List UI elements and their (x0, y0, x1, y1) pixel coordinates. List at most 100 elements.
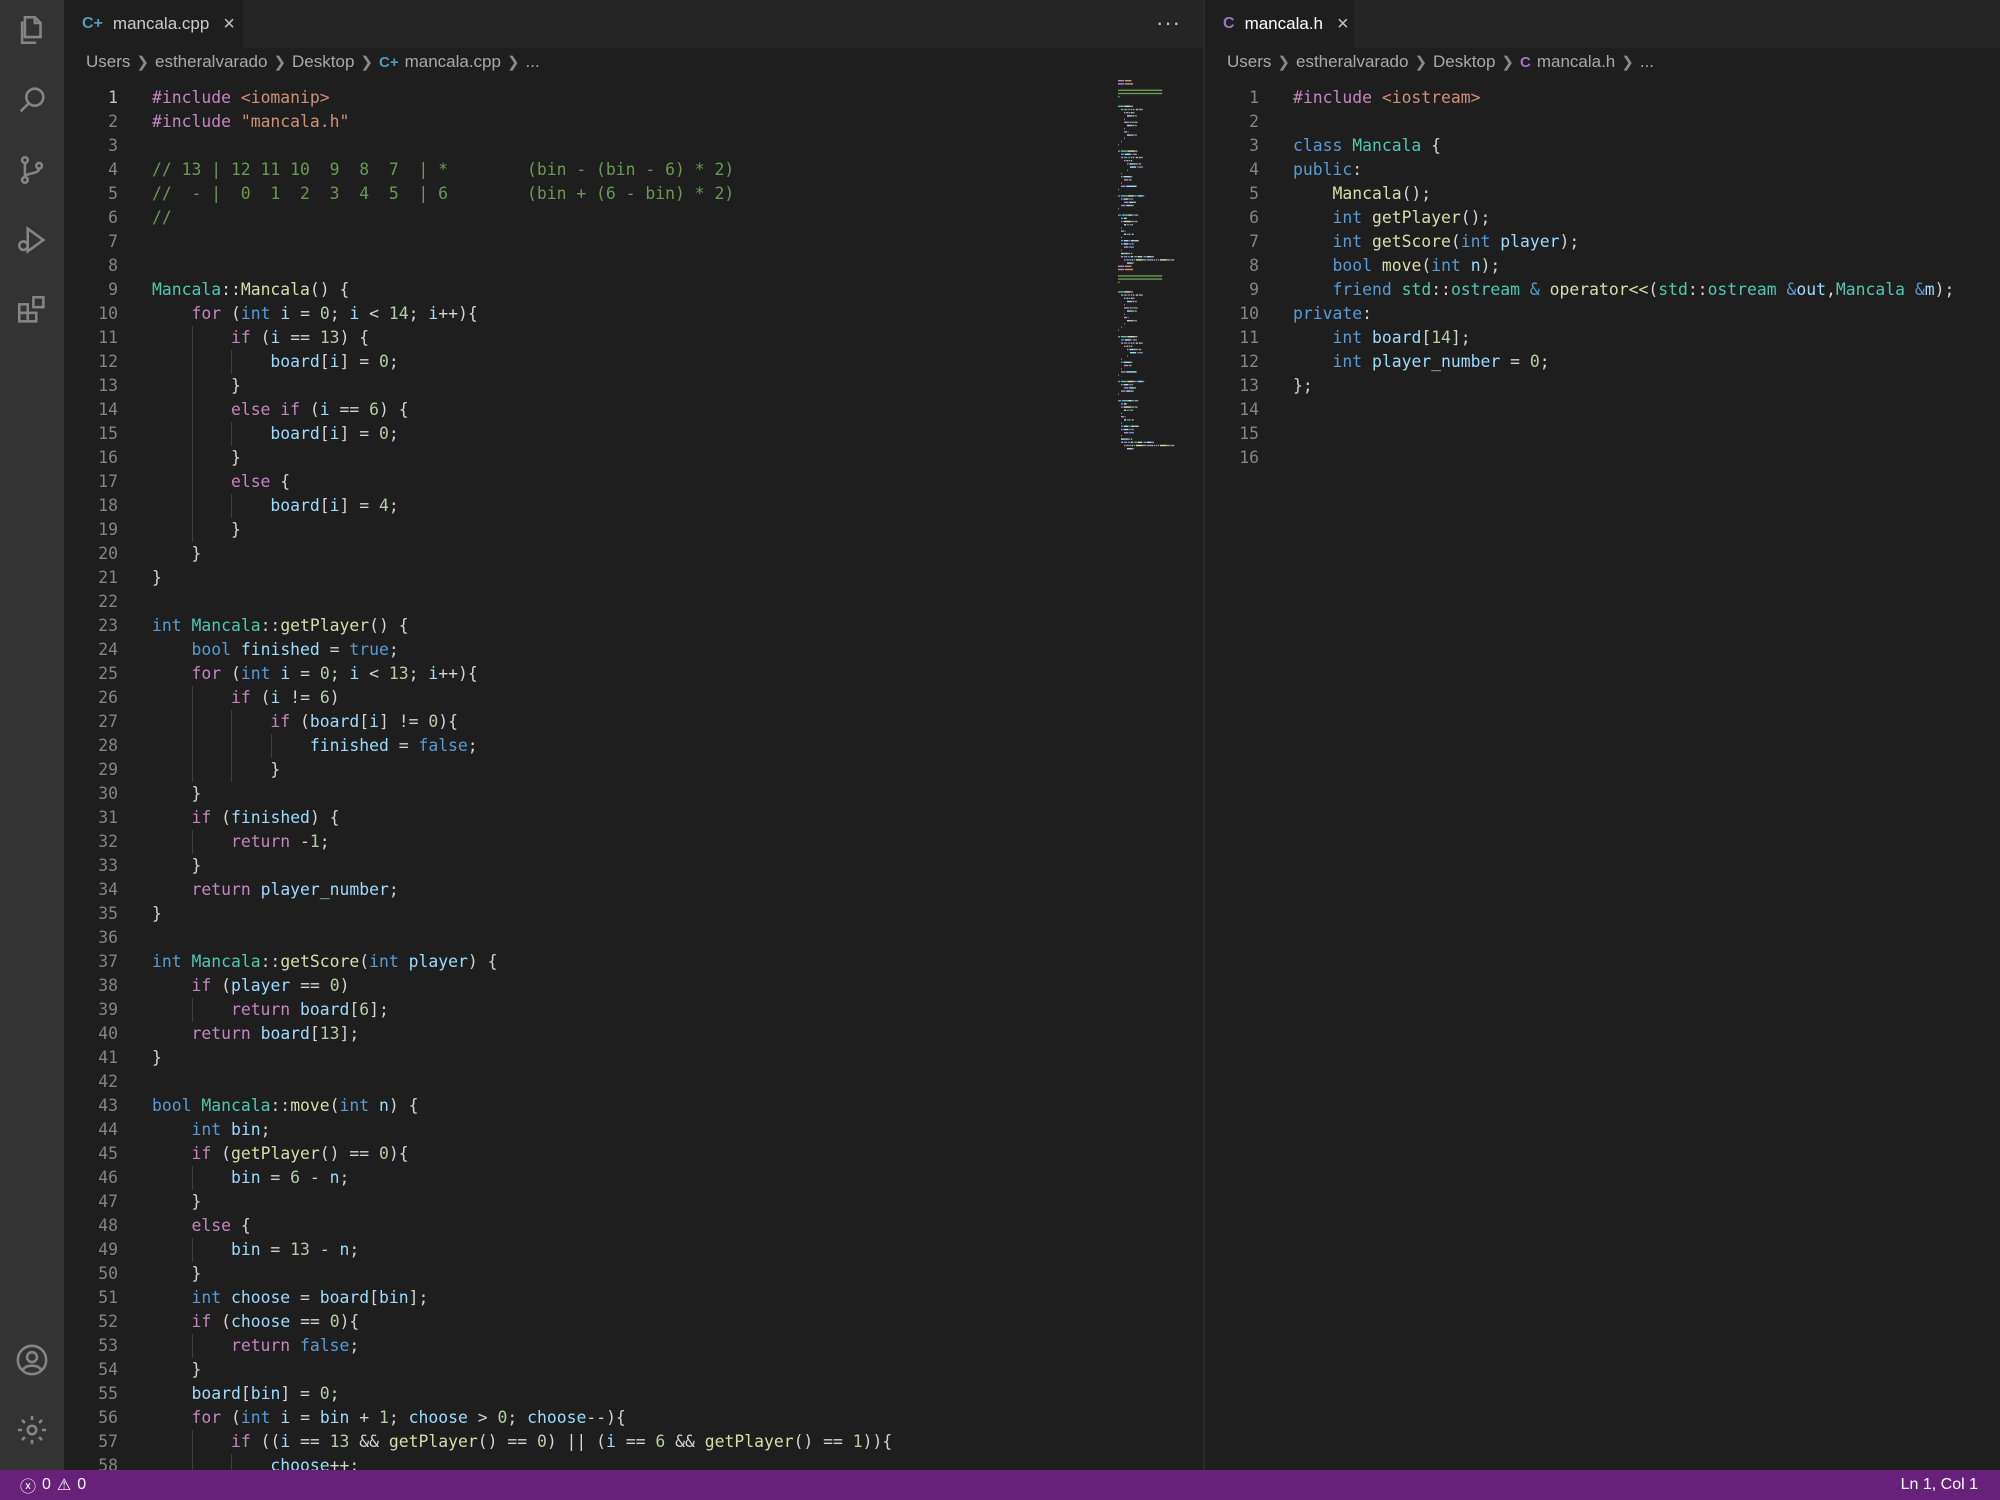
minimap-line (1128, 214, 1132, 216)
line-number: 58 (98, 1456, 118, 1470)
close-icon[interactable]: × (1337, 13, 1349, 36)
minimap-line (1166, 259, 1171, 261)
minimap-line (1133, 201, 1135, 203)
line-number: 9 (1249, 280, 1259, 299)
line-number: 28 (98, 736, 118, 755)
minimap-line (1160, 259, 1167, 261)
minimap-line (1130, 240, 1135, 242)
search-icon[interactable] (12, 80, 52, 120)
indent-guide (191, 1430, 193, 1454)
minimap-line (1139, 342, 1143, 344)
minimap-line (1124, 118, 1125, 120)
tab-mancala-cpp[interactable]: C+ mancala.cpp × (64, 0, 244, 48)
code-text: int getPlayer(); (1332, 208, 1491, 227)
tab-mancala-h[interactable]: C mancala.h × (1205, 0, 1355, 48)
minimap-line (1133, 348, 1135, 351)
minimap-line (1124, 441, 1127, 443)
line-number: 10 (1239, 304, 1259, 323)
account-icon[interactable] (12, 1340, 52, 1380)
minimap-line (1142, 259, 1147, 261)
breadcrumb-item[interactable]: mancala.cpp (405, 52, 501, 72)
cpp-file-icon: C+ (378, 53, 399, 71)
minimap-line (1124, 131, 1127, 133)
cursor-position[interactable]: Ln 1, Col 1 (1901, 1476, 1978, 1494)
minimap-line (1124, 265, 1132, 267)
minimap-line (1121, 294, 1124, 296)
minimap-line (1154, 259, 1156, 261)
problems-status[interactable]: ⓧ 0 ⚠ 0 (20, 1473, 86, 1497)
minimap-line (1130, 320, 1132, 322)
minimap[interactable] (1116, 76, 1203, 476)
minimap-line (1123, 428, 1125, 431)
minimap-line (1124, 323, 1125, 325)
breadcrumb-item[interactable]: mancala.h (1537, 52, 1615, 72)
minimap-line (1132, 307, 1134, 309)
indent-guide (231, 1454, 233, 1470)
minimap-line (1132, 384, 1134, 386)
minimap-line (1123, 361, 1125, 363)
minimap-line (1126, 150, 1128, 152)
minimap-line (1130, 121, 1132, 123)
minimap-line (1136, 108, 1138, 111)
minimap-line (1142, 166, 1143, 168)
breadcrumb-item[interactable]: estheralvarado (1296, 52, 1408, 72)
minimap-line (1133, 195, 1135, 197)
run-debug-icon[interactable] (12, 220, 52, 260)
minimap-line (1134, 163, 1136, 165)
minimap-line (1118, 144, 1119, 146)
minimap-line (1124, 384, 1129, 386)
minimap-line (1124, 128, 1125, 130)
minimap-line (1130, 297, 1133, 299)
breadcrumb-item[interactable]: Desktop (292, 52, 354, 72)
minimap-line (1127, 355, 1128, 357)
minimap-line (1127, 348, 1129, 351)
editor-group-right: C mancala.h × Users ❯ estheralvarado ❯ D… (1205, 0, 2000, 1470)
breadcrumb-item[interactable]: Users (1227, 52, 1271, 72)
source-control-icon[interactable] (12, 150, 52, 190)
code-text: int Mancala::getScore(int player) { (152, 952, 498, 971)
indent-guide (191, 758, 193, 782)
minimap-line (1121, 400, 1127, 402)
extensions-icon[interactable] (12, 290, 52, 330)
minimap-line (1136, 134, 1137, 136)
minimap-line (1135, 400, 1137, 402)
indent-guide (231, 758, 233, 782)
minimap-line (1124, 179, 1129, 181)
more-actions-icon[interactable]: ··· (1156, 10, 1181, 36)
explorer-icon[interactable] (12, 10, 52, 50)
code-text: } (152, 520, 241, 539)
minimap-line (1136, 153, 1137, 155)
minimap-line (1124, 313, 1125, 315)
minimap-line (1124, 438, 1126, 440)
breadcrumb: Users ❯ estheralvarado ❯ Desktop ❯ C man… (1205, 48, 2000, 76)
minimap-line (1148, 259, 1153, 261)
breadcrumb-item[interactable]: ... (526, 52, 540, 72)
code-text: int Mancala::getPlayer() { (152, 616, 409, 635)
line-number: 11 (98, 328, 118, 347)
indent-guide (191, 518, 193, 542)
breadcrumb-item[interactable]: Desktop (1433, 52, 1495, 72)
indent-guide (191, 350, 193, 374)
code-editor-left[interactable]: 1 #include <iomanip> 2 #include "mancala.h"… (64, 76, 1203, 1470)
code-text: class Mancala { (1293, 136, 1442, 155)
code-editor-right[interactable]: 1 #include <iostream> 2 3 class Mancala {4 pu… (1205, 76, 2000, 1470)
minimap-line (1121, 403, 1124, 405)
settings-gear-icon[interactable] (12, 1410, 52, 1450)
status-bar: ⓧ 0 ⚠ 0 Ln 1, Col 1 (0, 1470, 2000, 1500)
minimap-line (1127, 448, 1132, 450)
minimap-line (1135, 441, 1137, 443)
close-icon[interactable]: × (223, 13, 235, 36)
indent-guide (191, 1334, 193, 1358)
line-number: 22 (98, 592, 118, 611)
minimap-line (1126, 204, 1130, 207)
code-text: int choose = board[bin]; (191, 1288, 429, 1307)
minimap-line (1127, 310, 1131, 312)
chevron-right-icon: ❯ (1414, 54, 1428, 71)
chevron-right-icon: ❯ (273, 54, 287, 71)
minimap-line (1127, 156, 1129, 159)
breadcrumb-item[interactable]: ... (1640, 52, 1654, 72)
minimap-line (1134, 240, 1136, 242)
minimap-line (1131, 214, 1133, 216)
breadcrumb-item[interactable]: estheralvarado (155, 52, 267, 72)
breadcrumb-item[interactable]: Users (86, 52, 130, 72)
